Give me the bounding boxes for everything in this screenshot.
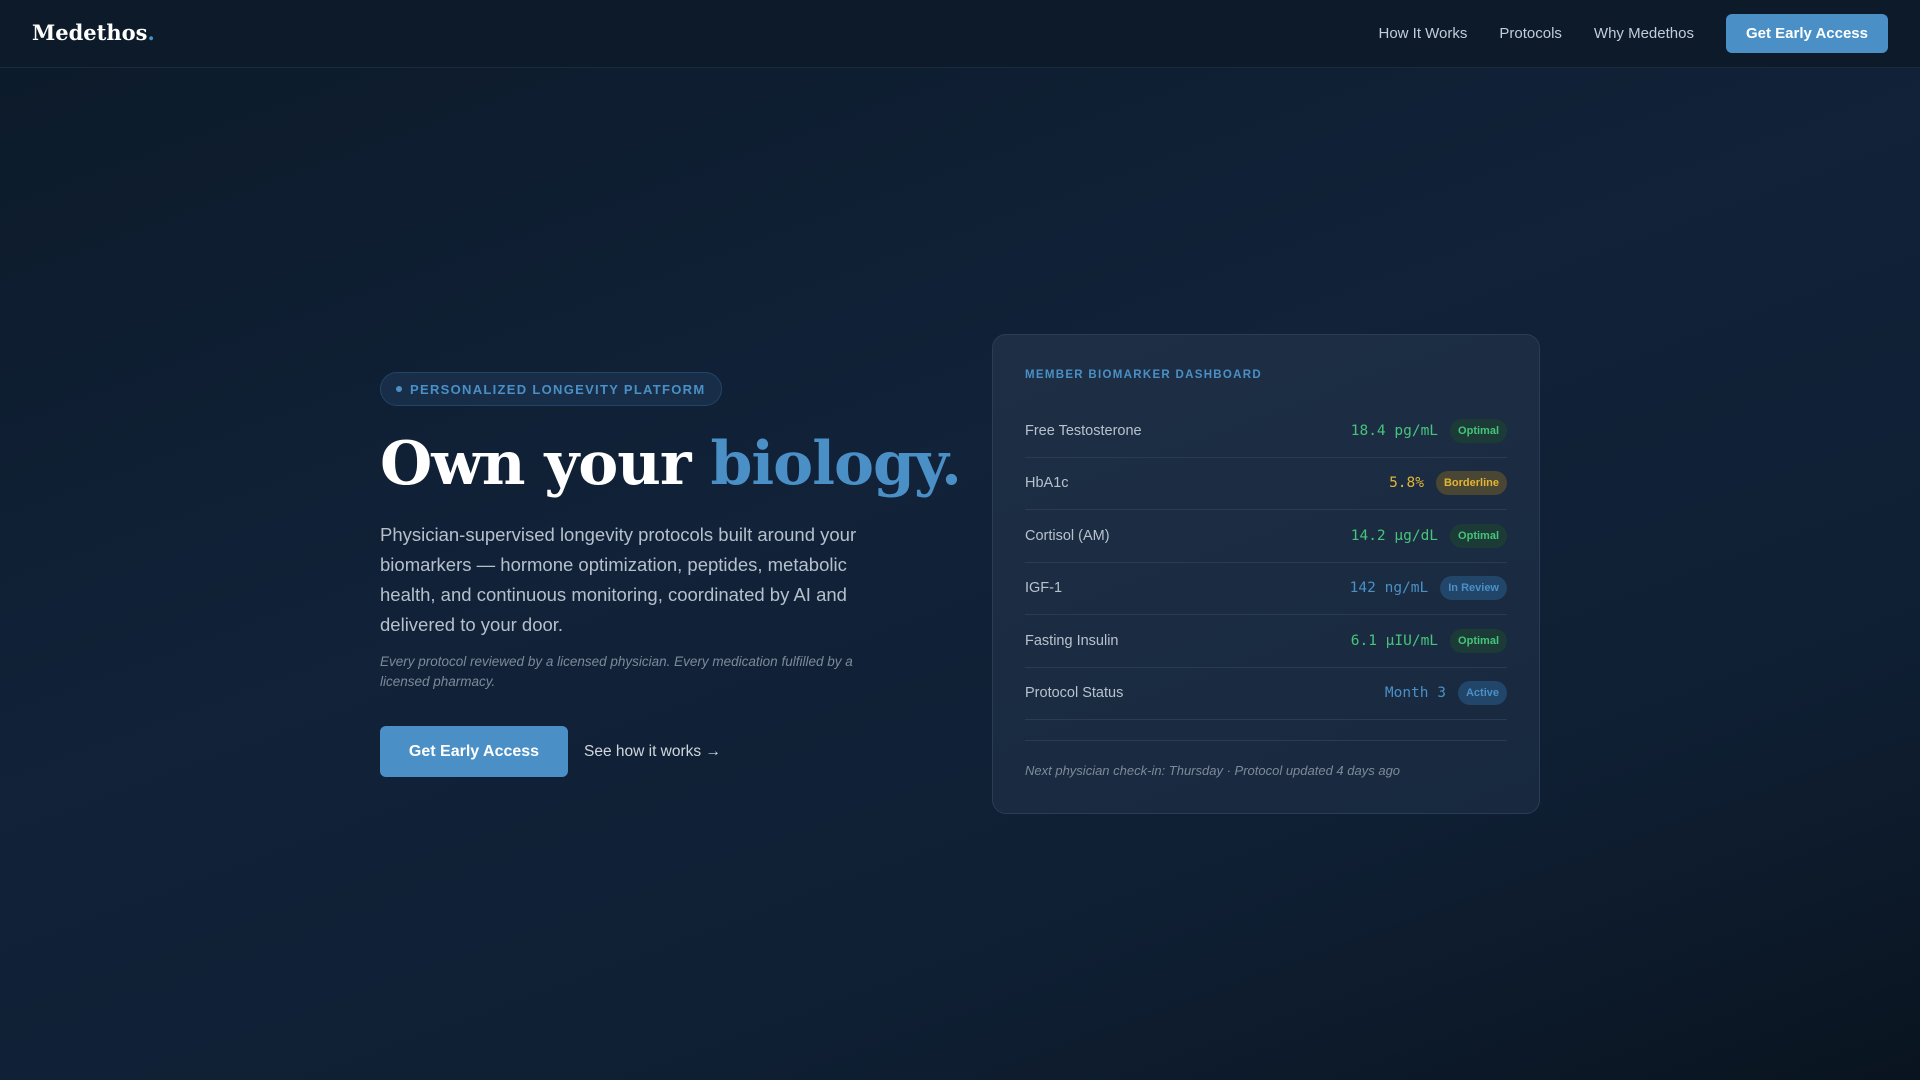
- logo[interactable]: Medethos.: [32, 20, 155, 45]
- biomarker-value: 14.2 µg/dL: [1350, 527, 1439, 544]
- hero: PERSONALIZED LONGEVITY PLATFORM Own your…: [380, 372, 962, 777]
- divider: [1025, 740, 1507, 741]
- biomarker-row: HbA1c 5.8% Borderline: [1025, 458, 1507, 510]
- dashboard-title: MEMBER BIOMARKER DASHBOARD: [1025, 369, 1262, 381]
- nav-how-it-works[interactable]: How It Works: [1378, 25, 1467, 42]
- status-badge: Optimal: [1450, 628, 1507, 653]
- biomarker-row: Protocol Status Month 3 Active: [1025, 668, 1507, 720]
- biomarker-dashboard-card: MEMBER BIOMARKER DASHBOARD Free Testoste…: [992, 334, 1540, 814]
- status-badge: Active: [1457, 681, 1507, 706]
- biomarker-value: 5.8%: [1389, 475, 1424, 492]
- badge-text: PERSONALIZED LONGEVITY PLATFORM: [410, 381, 706, 397]
- biomarker-value: 18.4 pg/mL: [1350, 422, 1439, 439]
- biomarker-label: Fasting Insulin: [1025, 632, 1119, 649]
- nav-get-early-access-button[interactable]: Get Early Access: [1725, 14, 1888, 53]
- biomarker-value: 142 ng/mL: [1349, 580, 1429, 597]
- top-nav: Medethos. How It Works Protocols Why Med…: [0, 0, 1920, 68]
- logo-text: Medethos: [32, 20, 148, 45]
- biomarker-label: Free Testosterone: [1025, 422, 1142, 439]
- logo-dot: .: [147, 20, 155, 45]
- biomarker-row: Cortisol (AM) 14.2 µg/dL Optimal: [1025, 510, 1507, 563]
- hero-description: Physician-supervised longevity protocols…: [380, 524, 857, 635]
- hero-note: Every protocol reviewed by a licensed ph…: [380, 654, 853, 689]
- biomarker-value: Month 3: [1384, 685, 1446, 702]
- title-accent: biology.: [710, 429, 961, 499]
- see-how-it-works-link[interactable]: See how it works →: [584, 743, 721, 761]
- biomarker-row: Fasting Insulin 6.1 µIU/mL Optimal: [1025, 615, 1507, 668]
- biomarker-label: HbA1c: [1025, 475, 1069, 492]
- dashboard-footer: Next physician check-in: Thursday · Prot…: [1025, 763, 1401, 778]
- nav-why-medethos[interactable]: Why Medethos: [1594, 25, 1694, 42]
- hero-title: Own your biology.: [380, 428, 962, 500]
- biomarker-value: 6.1 µIU/mL: [1350, 632, 1439, 649]
- title-plain: Own your: [380, 429, 711, 499]
- biomarker-label: Protocol Status: [1025, 685, 1124, 702]
- biomarker-label: IGF-1: [1025, 580, 1063, 597]
- status-badge: Optimal: [1450, 418, 1507, 443]
- status-badge: Borderline: [1435, 471, 1507, 496]
- dot-icon: [396, 386, 402, 392]
- nav-protocols[interactable]: Protocols: [1499, 25, 1562, 42]
- get-early-access-button[interactable]: Get Early Access: [380, 726, 568, 777]
- biomarker-row: Free Testosterone 18.4 pg/mL Optimal: [1025, 405, 1507, 458]
- status-badge: Optimal: [1450, 523, 1507, 548]
- status-badge: In Review: [1440, 576, 1507, 601]
- biomarker-label: Cortisol (AM): [1025, 527, 1110, 544]
- platform-badge: PERSONALIZED LONGEVITY PLATFORM: [380, 372, 722, 406]
- biomarker-row: IGF-1 142 ng/mL In Review: [1025, 563, 1507, 615]
